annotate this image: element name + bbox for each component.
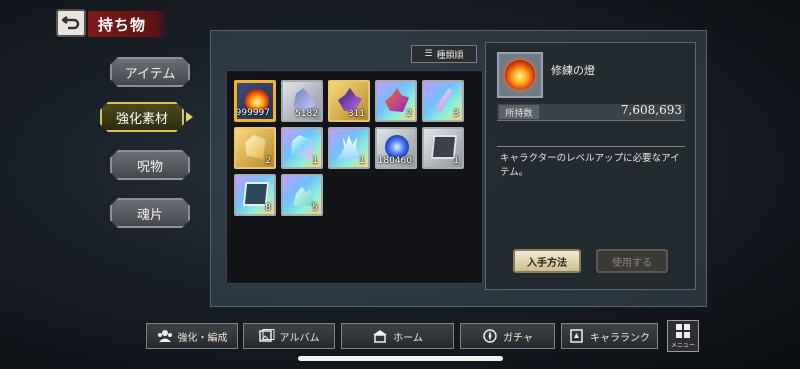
sort-button[interactable]: ☰ 種類順 — [411, 45, 477, 63]
nav-album[interactable]: アルバム — [243, 323, 335, 349]
item-count: 2 — [265, 156, 271, 166]
nav-gacha[interactable]: ガチャ — [460, 323, 555, 349]
acquire-method-button[interactable]: 入手方法 — [513, 249, 581, 273]
item-count: 5182 — [295, 109, 318, 119]
item-count: 3 — [453, 109, 459, 119]
album-icon — [258, 329, 275, 342]
item-slot[interactable]: 1 — [422, 127, 464, 169]
item-name: 修練の燈 — [551, 64, 595, 77]
item-slot[interactable]: 5182 — [281, 80, 323, 122]
active-indicator-icon — [186, 112, 193, 122]
home-icon — [373, 330, 388, 343]
item-slot[interactable]: 1 — [281, 127, 323, 169]
item-count: 1 — [312, 156, 318, 166]
nav-label: 強化・編成 — [177, 332, 228, 344]
menu-label: メニュー — [670, 341, 695, 349]
nav-enhance-formation[interactable]: 強化・編成 — [146, 323, 238, 349]
item-slot[interactable]: 999997 — [234, 80, 276, 122]
back-button[interactable] — [56, 9, 86, 37]
category-tab-soul-fragments[interactable]: 魂片 — [110, 198, 190, 228]
item-count: 5 — [312, 203, 318, 213]
use-item-button[interactable]: 使用する — [596, 249, 668, 273]
owned-count-label: 所持数 — [499, 105, 539, 119]
menu-button[interactable]: メニュー — [667, 320, 699, 352]
item-count: 999997 — [235, 108, 270, 118]
divider — [497, 146, 685, 147]
item-count: 1 — [359, 156, 365, 166]
nav-label: キャラランク — [590, 332, 650, 344]
item-slot[interactable]: 311 — [328, 80, 370, 122]
item-slot[interactable]: 3 — [422, 80, 464, 122]
gacha-icon — [483, 329, 497, 343]
selected-item-image — [497, 52, 543, 98]
item-slot[interactable]: 1 — [328, 127, 370, 169]
item-grid: 999997 5182 311 2 3 2 1 1 180460 1 8 5 — [226, 70, 483, 284]
grid-menu-icon — [676, 323, 690, 338]
nav-home[interactable]: ホーム — [341, 323, 454, 349]
home-indicator-bar[interactable] — [298, 356, 503, 361]
item-slot[interactable]: 8 — [234, 174, 276, 216]
nav-character-rank[interactable]: キャラランク — [561, 323, 658, 349]
item-slot[interactable]: 180460 — [375, 127, 417, 169]
item-slot[interactable]: 5 — [281, 174, 323, 216]
owned-count-value: 7,608,693 — [620, 103, 682, 117]
category-tab-curses[interactable]: 呪物 — [110, 150, 190, 180]
flame-orb-icon — [505, 60, 535, 90]
rank-icon — [570, 329, 583, 343]
nav-label: ガチャ — [503, 332, 533, 344]
item-count: 311 — [347, 109, 365, 119]
item-slot[interactable]: 2 — [234, 127, 276, 169]
sort-label: 種類順 — [436, 50, 464, 61]
item-description: キャラクターのレベルアップに必要なアイテム。 — [500, 153, 680, 178]
item-count: 2 — [406, 109, 412, 119]
team-icon — [157, 330, 172, 342]
nav-label: ホーム — [393, 332, 423, 344]
item-slot[interactable]: 2 — [375, 80, 417, 122]
item-count: 8 — [265, 203, 271, 213]
back-arrow-icon — [62, 16, 80, 30]
nav-label: アルバム — [279, 332, 320, 344]
page-title: 持ち物 — [88, 11, 168, 37]
item-count: 1 — [453, 156, 459, 166]
category-tab-items[interactable]: アイテム — [110, 57, 190, 87]
category-tab-materials[interactable]: 強化素材 — [100, 102, 184, 132]
item-count: 180460 — [377, 156, 412, 166]
sort-icon: ☰ — [424, 49, 433, 59]
